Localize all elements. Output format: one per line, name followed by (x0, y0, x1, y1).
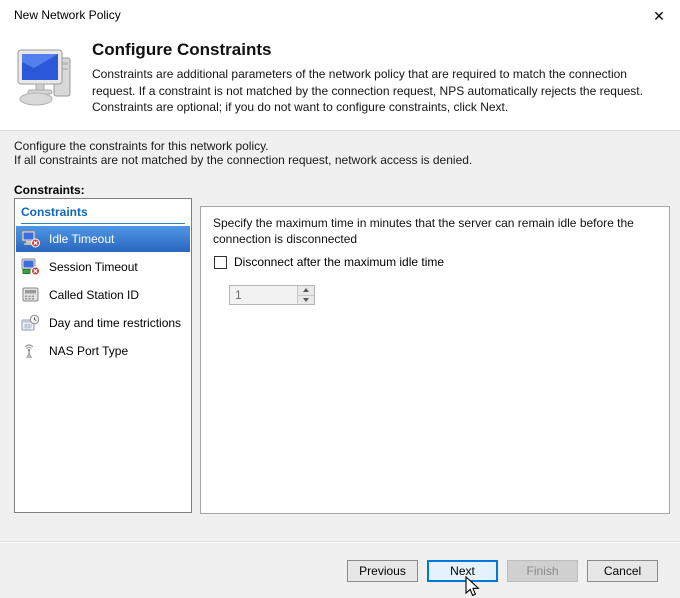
idle-timeout-detail-panel: Specify the maximum time in minutes that… (200, 206, 670, 514)
page-title: Configure Constraints (92, 40, 272, 59)
finish-button[interactable]: Finish (507, 560, 578, 582)
list-item-nas-port-type[interactable]: NAS Port Type (15, 338, 191, 364)
list-item-day-time-restrictions[interactable]: Day and time restrictions (15, 310, 191, 336)
constraints-list-panel: Constraints Idle Timeout Session Timeout (14, 198, 192, 513)
wizard-header: New Network Policy ✕ Configure Constrain… (0, 0, 680, 131)
spinner-down-button[interactable] (298, 294, 314, 304)
idle-timeout-icon (21, 230, 40, 248)
arrow-down-icon (303, 297, 309, 302)
idle-timeout-instruction: Specify the maximum time in minutes that… (213, 216, 634, 247)
disconnect-checkbox-label: Disconnect after the maximum idle time (234, 255, 445, 269)
footer-divider (0, 541, 680, 543)
window-title: New Network Policy (14, 8, 121, 22)
previous-button[interactable]: Previous (347, 560, 418, 582)
session-timeout-icon (21, 258, 40, 276)
called-station-id-icon (22, 287, 39, 302)
computer-icon (17, 49, 71, 106)
idle-time-value: 1 (235, 288, 242, 302)
day-time-restrictions-icon (21, 314, 40, 331)
intro-line2: If all constraints are not matched by th… (14, 153, 473, 167)
intro-line1: Configure the constraints for this netwo… (14, 139, 269, 153)
close-icon: ✕ (653, 7, 665, 24)
idle-time-spinner[interactable]: 1 (229, 285, 315, 305)
disconnect-checkbox-row: Disconnect after the maximum idle time (214, 255, 444, 269)
list-item-label: Day and time restrictions (49, 316, 182, 330)
arrow-up-icon (303, 288, 309, 293)
list-item-label: Called Station ID (49, 288, 140, 302)
nas-port-type-icon (24, 344, 34, 358)
cancel-button[interactable]: Cancel (587, 560, 658, 582)
close-button[interactable]: ✕ (648, 6, 670, 26)
list-header: Constraints (21, 205, 185, 224)
mouse-cursor (465, 576, 480, 597)
constraints-label: Constraints: (14, 183, 85, 197)
spinner-up-button[interactable] (298, 286, 314, 295)
spinner-buttons (297, 286, 314, 304)
list-item-label: NAS Port Type (49, 344, 129, 358)
list-item-label: Session Timeout (49, 260, 138, 274)
page-description: Constraints are additional parameters of… (92, 67, 643, 115)
list-item-label: Idle Timeout (49, 232, 115, 246)
new-network-policy-dialog: New Network Policy ✕ Configure Constrain… (0, 0, 680, 598)
list-item-session-timeout[interactable]: Session Timeout (15, 254, 191, 280)
list-item-called-station-id[interactable]: Called Station ID (15, 282, 191, 308)
disconnect-checkbox[interactable] (214, 255, 227, 269)
list-item-idle-timeout[interactable]: Idle Timeout (16, 226, 190, 252)
